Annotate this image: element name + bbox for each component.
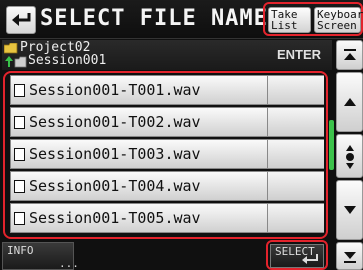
folder-bar: Project02 Session001 ENTER	[2, 40, 332, 70]
parent-folder-icon	[5, 56, 27, 68]
select-file-name-screen: SELECT FILE NAME Take List Keyboard Scre…	[0, 0, 363, 270]
enter-return-icon	[302, 254, 318, 264]
file-select-cell[interactable]	[267, 140, 324, 168]
file-select-cell[interactable]	[267, 204, 324, 232]
scroll-top-button[interactable]	[336, 40, 363, 70]
header-buttons-group: Take List Keyboard Screen	[263, 2, 363, 36]
scroll-to-bottom-icon	[344, 252, 356, 263]
file-row[interactable]: Session001-T001.wav	[10, 75, 324, 105]
scroll-down-icon	[344, 206, 356, 214]
file-name: Session001-T004.wav	[29, 177, 201, 195]
select-button[interactable]: SELECT	[270, 244, 324, 268]
file-name: Session001-T002.wav	[29, 113, 201, 131]
audio-file-icon	[14, 212, 25, 225]
folder-icon	[4, 43, 18, 54]
file-row[interactable]: Session001-T002.wav	[10, 107, 324, 137]
header-bar: SELECT FILE NAME Take List Keyboard Scre…	[0, 0, 363, 39]
scroll-bottom-button[interactable]	[336, 242, 363, 270]
keyboard-screen-button[interactable]: Keyboard Screen	[314, 7, 363, 33]
page-title: SELECT FILE NAME	[40, 6, 268, 31]
file-select-cell[interactable]	[267, 172, 324, 200]
session-name: Session001	[28, 53, 107, 68]
file-name: Session001-T001.wav	[29, 81, 201, 99]
file-name: Session001-T003.wav	[29, 145, 201, 163]
back-button[interactable]	[6, 6, 36, 34]
scroll-up-icon	[344, 98, 356, 106]
file-row[interactable]: Session001-T004.wav	[10, 171, 324, 201]
scroll-position-icon	[346, 145, 354, 169]
scroll-to-top-icon	[344, 49, 356, 60]
take-list-label-line2: List	[271, 19, 298, 32]
scroll-up-button[interactable]	[336, 72, 363, 132]
scroll-controls	[336, 40, 363, 270]
file-select-cell[interactable]	[267, 76, 324, 104]
audio-file-icon	[14, 116, 25, 129]
audio-file-icon	[14, 84, 25, 97]
scroll-position-indicator	[329, 120, 334, 170]
info-label: INFO	[7, 244, 34, 257]
scroll-down-button[interactable]	[336, 180, 363, 240]
file-row[interactable]: Session001-T005.wav	[10, 203, 324, 233]
select-button-frame: SELECT	[266, 240, 328, 270]
info-more: ...	[59, 257, 79, 270]
info-button[interactable]: INFO ...	[2, 242, 79, 270]
take-list-button[interactable]: Take List	[268, 7, 311, 33]
return-arrow-icon	[12, 13, 31, 26]
file-name: Session001-T005.wav	[29, 209, 201, 227]
file-row[interactable]: Session001-T003.wav	[10, 139, 324, 169]
audio-file-icon	[14, 180, 25, 193]
audio-file-icon	[14, 148, 25, 161]
keyboard-label-line2: Screen	[317, 19, 357, 32]
enter-button[interactable]: ENTER	[270, 42, 328, 68]
scroll-position-button[interactable]	[336, 134, 363, 178]
file-select-cell[interactable]	[267, 108, 324, 136]
